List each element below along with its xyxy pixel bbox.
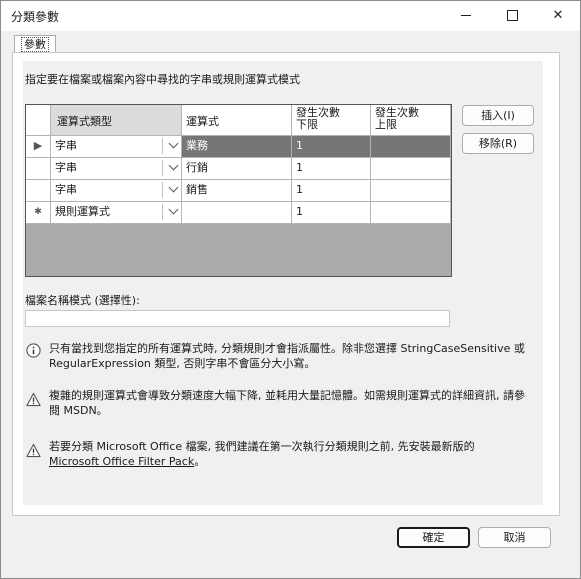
chevron-down-icon xyxy=(168,204,179,215)
expression-cell[interactable]: 行銷 xyxy=(182,158,292,180)
dialog-window: 分類參數 ✕ 參數 指定要在檔案或檔案內容中尋找的字串或規則運算式模式 運算式類… xyxy=(0,0,581,579)
max-cell[interactable] xyxy=(371,202,451,224)
type-combo[interactable]: 字串 xyxy=(51,136,182,158)
insert-button[interactable]: 插入(I) xyxy=(462,105,534,126)
min-cell[interactable]: 1 xyxy=(292,180,371,202)
type-value: 規則運算式 xyxy=(55,205,110,218)
remove-button[interactable]: 移除(R) xyxy=(462,133,534,154)
warning-icon xyxy=(26,392,41,407)
chevron-down-icon xyxy=(168,182,179,193)
filename-pattern-input[interactable] xyxy=(25,310,450,327)
chevron-down-icon xyxy=(168,138,179,149)
max-cell[interactable] xyxy=(371,180,451,202)
column-header-min[interactable]: 發生次數 下限 xyxy=(292,105,371,136)
new-row-header[interactable]: ✱ xyxy=(26,202,51,224)
maximize-icon xyxy=(506,10,518,21)
close-icon: ✕ xyxy=(552,8,564,23)
row-header[interactable] xyxy=(26,180,51,202)
maximize-button[interactable] xyxy=(489,1,535,31)
row-header[interactable]: ▶ xyxy=(26,136,51,158)
min-cell[interactable]: 1 xyxy=(292,136,371,158)
expression-cell[interactable] xyxy=(182,202,292,224)
cancel-button[interactable]: 取消 xyxy=(478,527,551,548)
min-cell[interactable]: 1 xyxy=(292,202,371,224)
expression-cell[interactable]: 銷售 xyxy=(182,180,292,202)
type-combo[interactable]: 字串 xyxy=(51,158,182,180)
ok-button[interactable]: 確定 xyxy=(397,527,470,548)
max-cell[interactable] xyxy=(371,136,451,158)
warning-note-office-end: 。 xyxy=(194,455,206,468)
type-value: 字串 xyxy=(55,183,77,196)
filter-pack-link[interactable]: Microsoft Office Filter Pack xyxy=(49,455,194,468)
info-icon xyxy=(26,343,41,358)
warning-note-regex: 複雜的規則運算式會導致分類速度大幅下降, 並耗用大量記憶體。如需規則運算式的詳細… xyxy=(49,389,525,417)
grid-corner-header xyxy=(26,105,51,136)
row-header[interactable] xyxy=(26,158,51,180)
warning-note-office: 若要分類 Microsoft Office 檔案, 我們建議在第一次執行分類規則… xyxy=(49,439,529,469)
filename-pattern-label: 檔案名稱模式 (選擇性): xyxy=(25,294,140,307)
max-cell[interactable] xyxy=(371,158,451,180)
type-combo[interactable]: 字串 xyxy=(51,180,182,202)
chevron-down-icon xyxy=(168,160,179,171)
close-button[interactable]: ✕ xyxy=(535,1,581,31)
window-title: 分類參數 xyxy=(11,10,60,24)
minimize-icon xyxy=(461,15,471,16)
column-header-max[interactable]: 發生次數 上限 xyxy=(371,105,451,136)
description-text: 指定要在檔案或檔案內容中尋找的字串或規則運算式模式 xyxy=(25,73,300,86)
warning-icon xyxy=(26,443,41,458)
type-value: 字串 xyxy=(55,161,77,174)
type-value: 字串 xyxy=(55,139,77,152)
title-bar[interactable]: 分類參數 ✕ xyxy=(1,1,580,31)
column-header-type[interactable]: 運算式類型 xyxy=(51,105,182,136)
column-header-expression[interactable]: 運算式 xyxy=(182,105,292,136)
expression-grid[interactable]: 運算式類型 運算式 發生次數 下限 發生次數 上限 ▶ 字串 業務 1 字串 行… xyxy=(25,104,452,277)
warning-note-office-text: 若要分類 Microsoft Office 檔案, 我們建議在第一次執行分類規則… xyxy=(49,440,475,453)
type-combo[interactable]: 規則運算式 xyxy=(51,202,182,224)
minimize-button[interactable] xyxy=(443,1,489,31)
min-cell[interactable]: 1 xyxy=(292,158,371,180)
expression-cell[interactable]: 業務 xyxy=(182,136,292,158)
info-note: 只有當找到您指定的所有運算式時, 分類規則才會指派屬性。除非您選擇 String… xyxy=(49,342,525,370)
